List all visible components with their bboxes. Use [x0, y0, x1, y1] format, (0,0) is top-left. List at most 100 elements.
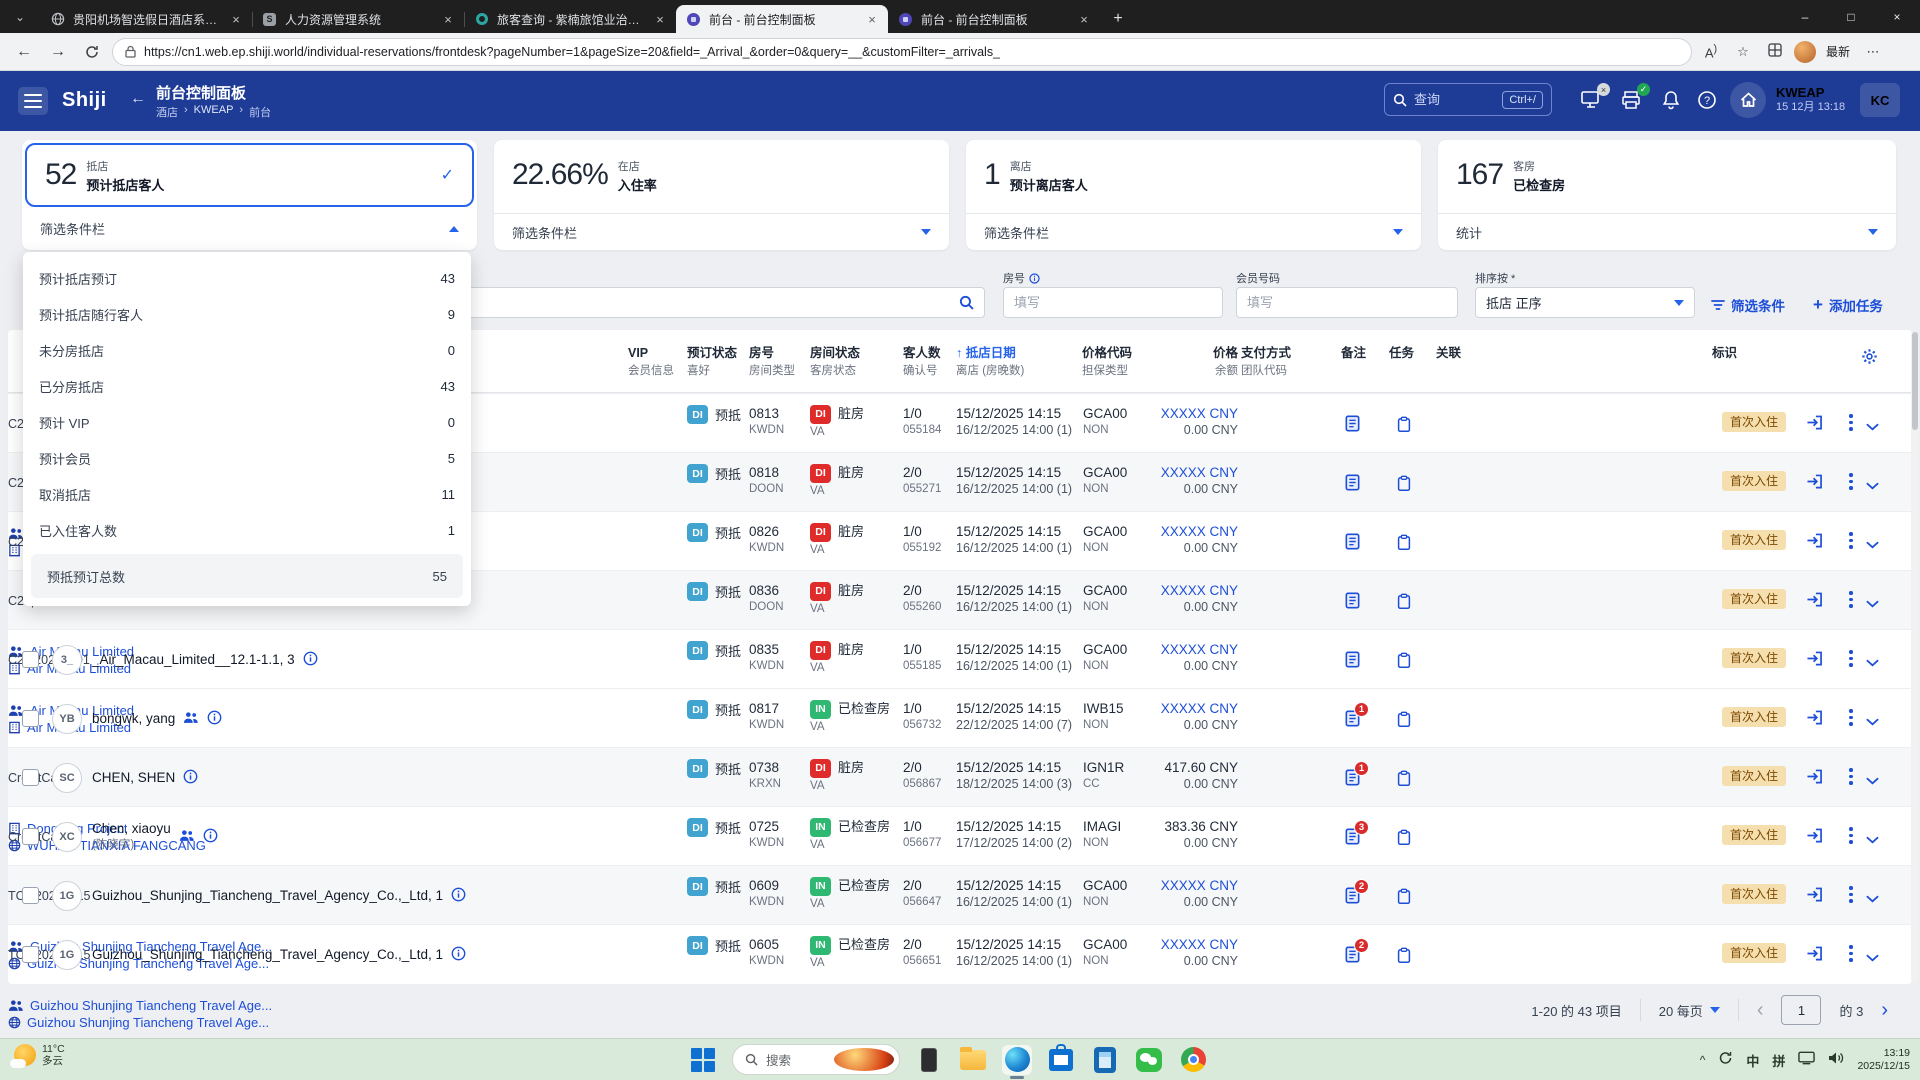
card-departures[interactable]: 1 离店 预计离店客人 筛选条件栏: [966, 140, 1421, 250]
price-value[interactable]: XXXXX CNY: [1108, 405, 1238, 422]
calculator-app-icon[interactable]: [1090, 1045, 1120, 1075]
task-clipboard-icon[interactable]: [1397, 416, 1411, 436]
browser-profile-avatar[interactable]: [1794, 41, 1816, 63]
col-vip[interactable]: VIP会员信息: [628, 344, 674, 380]
printer-status-icon[interactable]: ✓: [1618, 88, 1644, 112]
info-icon[interactable]: [451, 946, 466, 964]
card-arrivals-filterbar[interactable]: 筛选条件栏: [22, 210, 477, 247]
table-row[interactable]: 3_ _Air_Macau_Limited__12.1-1.1, 3 DI预抵 …: [8, 629, 1912, 688]
col-notes[interactable]: 备注: [1341, 344, 1366, 362]
col-res-status[interactable]: 预订状态喜好: [687, 344, 737, 380]
add-task-button[interactable]: + 添加任务: [1813, 295, 1883, 315]
note-icon[interactable]: [1345, 533, 1360, 555]
task-clipboard-icon[interactable]: [1397, 829, 1411, 849]
row-menu-icon[interactable]: [1844, 768, 1858, 785]
ime-mode-indicator[interactable]: 拼: [1772, 1051, 1785, 1070]
display-cast-icon[interactable]: [1798, 1051, 1815, 1070]
task-clipboard-icon[interactable]: [1397, 888, 1411, 908]
check-in-icon[interactable]: [1806, 828, 1823, 846]
table-settings-gear-icon[interactable]: [1861, 348, 1878, 370]
dropdown-filter-item[interactable]: 未分房抵店 0: [23, 332, 471, 368]
dropdown-filter-item[interactable]: 已入住客人数 1: [23, 512, 471, 548]
task-clipboard-icon[interactable]: [1397, 593, 1411, 613]
browser-tab[interactable]: 旅客查询 - 紫楠旅馆业治安信息管 ×: [464, 5, 676, 33]
table-row[interactable]: 1G Guizhou_Shunjing_Tiancheng_Travel_Age…: [8, 865, 1912, 924]
row-menu-icon[interactable]: [1844, 827, 1858, 844]
tray-expand-icon[interactable]: ^: [1700, 1053, 1706, 1067]
col-links[interactable]: 关联: [1436, 344, 1461, 362]
col-tasks[interactable]: 任务: [1389, 344, 1414, 362]
forward-button[interactable]: →: [44, 38, 72, 66]
current-page-input[interactable]: 1: [1781, 995, 1821, 1025]
row-checkbox[interactable]: [22, 887, 39, 904]
address-bar[interactable]: https://cn1.web.ep.shiji.world/individua…: [112, 38, 1692, 66]
taskbar-weather[interactable]: 11°C 多云: [14, 1043, 65, 1067]
price-value[interactable]: XXXXX CNY: [1108, 523, 1238, 540]
breadcrumb-frontdesk[interactable]: 前台: [249, 104, 271, 120]
row-checkbox[interactable]: [22, 651, 39, 668]
guest-name-cell[interactable]: Chen, xiaoyu (陈晓宇): [92, 807, 218, 866]
note-icon[interactable]: [1345, 474, 1360, 496]
row-menu-icon[interactable]: [1844, 945, 1858, 962]
menu-hamburger-button[interactable]: [18, 87, 48, 115]
sort-select[interactable]: 抵店 正序: [1475, 287, 1695, 318]
note-icon[interactable]: 3: [1345, 828, 1360, 850]
tab-close-icon[interactable]: ×: [440, 12, 456, 27]
price-value[interactable]: XXXXX CNY: [1108, 936, 1238, 953]
pinned-app-icon[interactable]: [914, 1045, 944, 1075]
linked-profile[interactable]: Guizhou Shunjing Tiancheng Travel Age...: [8, 1015, 296, 1030]
window-maximize-button[interactable]: □: [1828, 0, 1874, 33]
col-room-status[interactable]: 房间状态客房状态: [810, 344, 860, 380]
guest-name[interactable]: bongwk, yang: [92, 711, 175, 727]
dropdown-filter-item[interactable]: 预计抵店随行客人 9: [23, 296, 471, 332]
room-number-input[interactable]: [1003, 287, 1223, 318]
col-guests[interactable]: 客人数确认号: [903, 344, 941, 380]
table-row[interactable]: XC Chen, xiaoyu (陈晓宇) DI预抵 0725KWDN IN已: [8, 806, 1912, 865]
price-value[interactable]: 417.60 CNY: [1108, 759, 1238, 776]
guest-name[interactable]: _Air_Macau_Limited__12.1-1.1, 3: [92, 652, 295, 668]
table-row[interactable]: 1G Guizhou_Shunjing_Tiancheng_Travel_Age…: [8, 924, 1912, 983]
row-menu-icon[interactable]: [1844, 414, 1858, 431]
guest-name[interactable]: Chen, xiaoyu: [92, 821, 171, 837]
price-value[interactable]: 383.36 CNY: [1108, 818, 1238, 835]
guest-name[interactable]: CHEN, SHEN: [92, 770, 175, 786]
task-clipboard-icon[interactable]: [1397, 711, 1411, 731]
chrome-icon[interactable]: [1178, 1045, 1208, 1075]
ime-language-indicator[interactable]: 中: [1746, 1051, 1759, 1070]
tab-close-icon[interactable]: ×: [864, 12, 880, 27]
prev-page-button[interactable]: ‹: [1757, 1000, 1764, 1020]
check-in-icon[interactable]: [1806, 533, 1823, 551]
guest-name[interactable]: Guizhou_Shunjing_Tiancheng_Travel_Agency…: [92, 947, 443, 963]
window-close-button[interactable]: ×: [1874, 0, 1920, 33]
dropdown-filter-item[interactable]: 预计 VIP 0: [23, 404, 471, 440]
reload-button[interactable]: [78, 38, 106, 66]
task-clipboard-icon[interactable]: [1397, 947, 1411, 967]
row-expand-chevron-icon[interactable]: [1866, 655, 1879, 670]
info-icon[interactable]: [183, 769, 198, 787]
task-clipboard-icon[interactable]: [1397, 534, 1411, 554]
col-flags[interactable]: 标识: [1712, 344, 1737, 362]
price-value[interactable]: XXXXX CNY: [1108, 641, 1238, 658]
task-clipboard-icon[interactable]: [1397, 770, 1411, 790]
task-clipboard-icon[interactable]: [1397, 475, 1411, 495]
companion-icon[interactable]: [179, 829, 195, 845]
row-expand-chevron-icon[interactable]: [1866, 773, 1879, 788]
table-row[interactable]: YB bongwk, yang DI预抵 0817KWDN IN已检查房: [8, 688, 1912, 747]
dropdown-filter-item[interactable]: 已分房抵店 43: [23, 368, 471, 404]
dropdown-filter-item[interactable]: 预计会员 5: [23, 440, 471, 476]
browser-tab[interactable]: 前台 - 前台控制面板 ×: [676, 5, 888, 33]
note-icon[interactable]: 1: [1345, 769, 1360, 791]
row-checkbox[interactable]: [22, 828, 39, 845]
price-value[interactable]: XXXXX CNY: [1108, 877, 1238, 894]
check-in-icon[interactable]: [1806, 946, 1823, 964]
price-value[interactable]: XXXXX CNY: [1108, 582, 1238, 599]
note-icon[interactable]: [1345, 592, 1360, 614]
tab-close-icon[interactable]: ×: [652, 12, 668, 27]
row-expand-chevron-icon[interactable]: [1866, 950, 1879, 965]
task-clipboard-icon[interactable]: [1397, 652, 1411, 672]
row-expand-chevron-icon[interactable]: [1866, 537, 1879, 552]
col-price[interactable]: 价格余额: [1108, 344, 1238, 380]
help-icon[interactable]: ?: [1694, 88, 1720, 112]
check-in-icon[interactable]: [1806, 710, 1823, 728]
back-button[interactable]: ←: [10, 38, 38, 66]
